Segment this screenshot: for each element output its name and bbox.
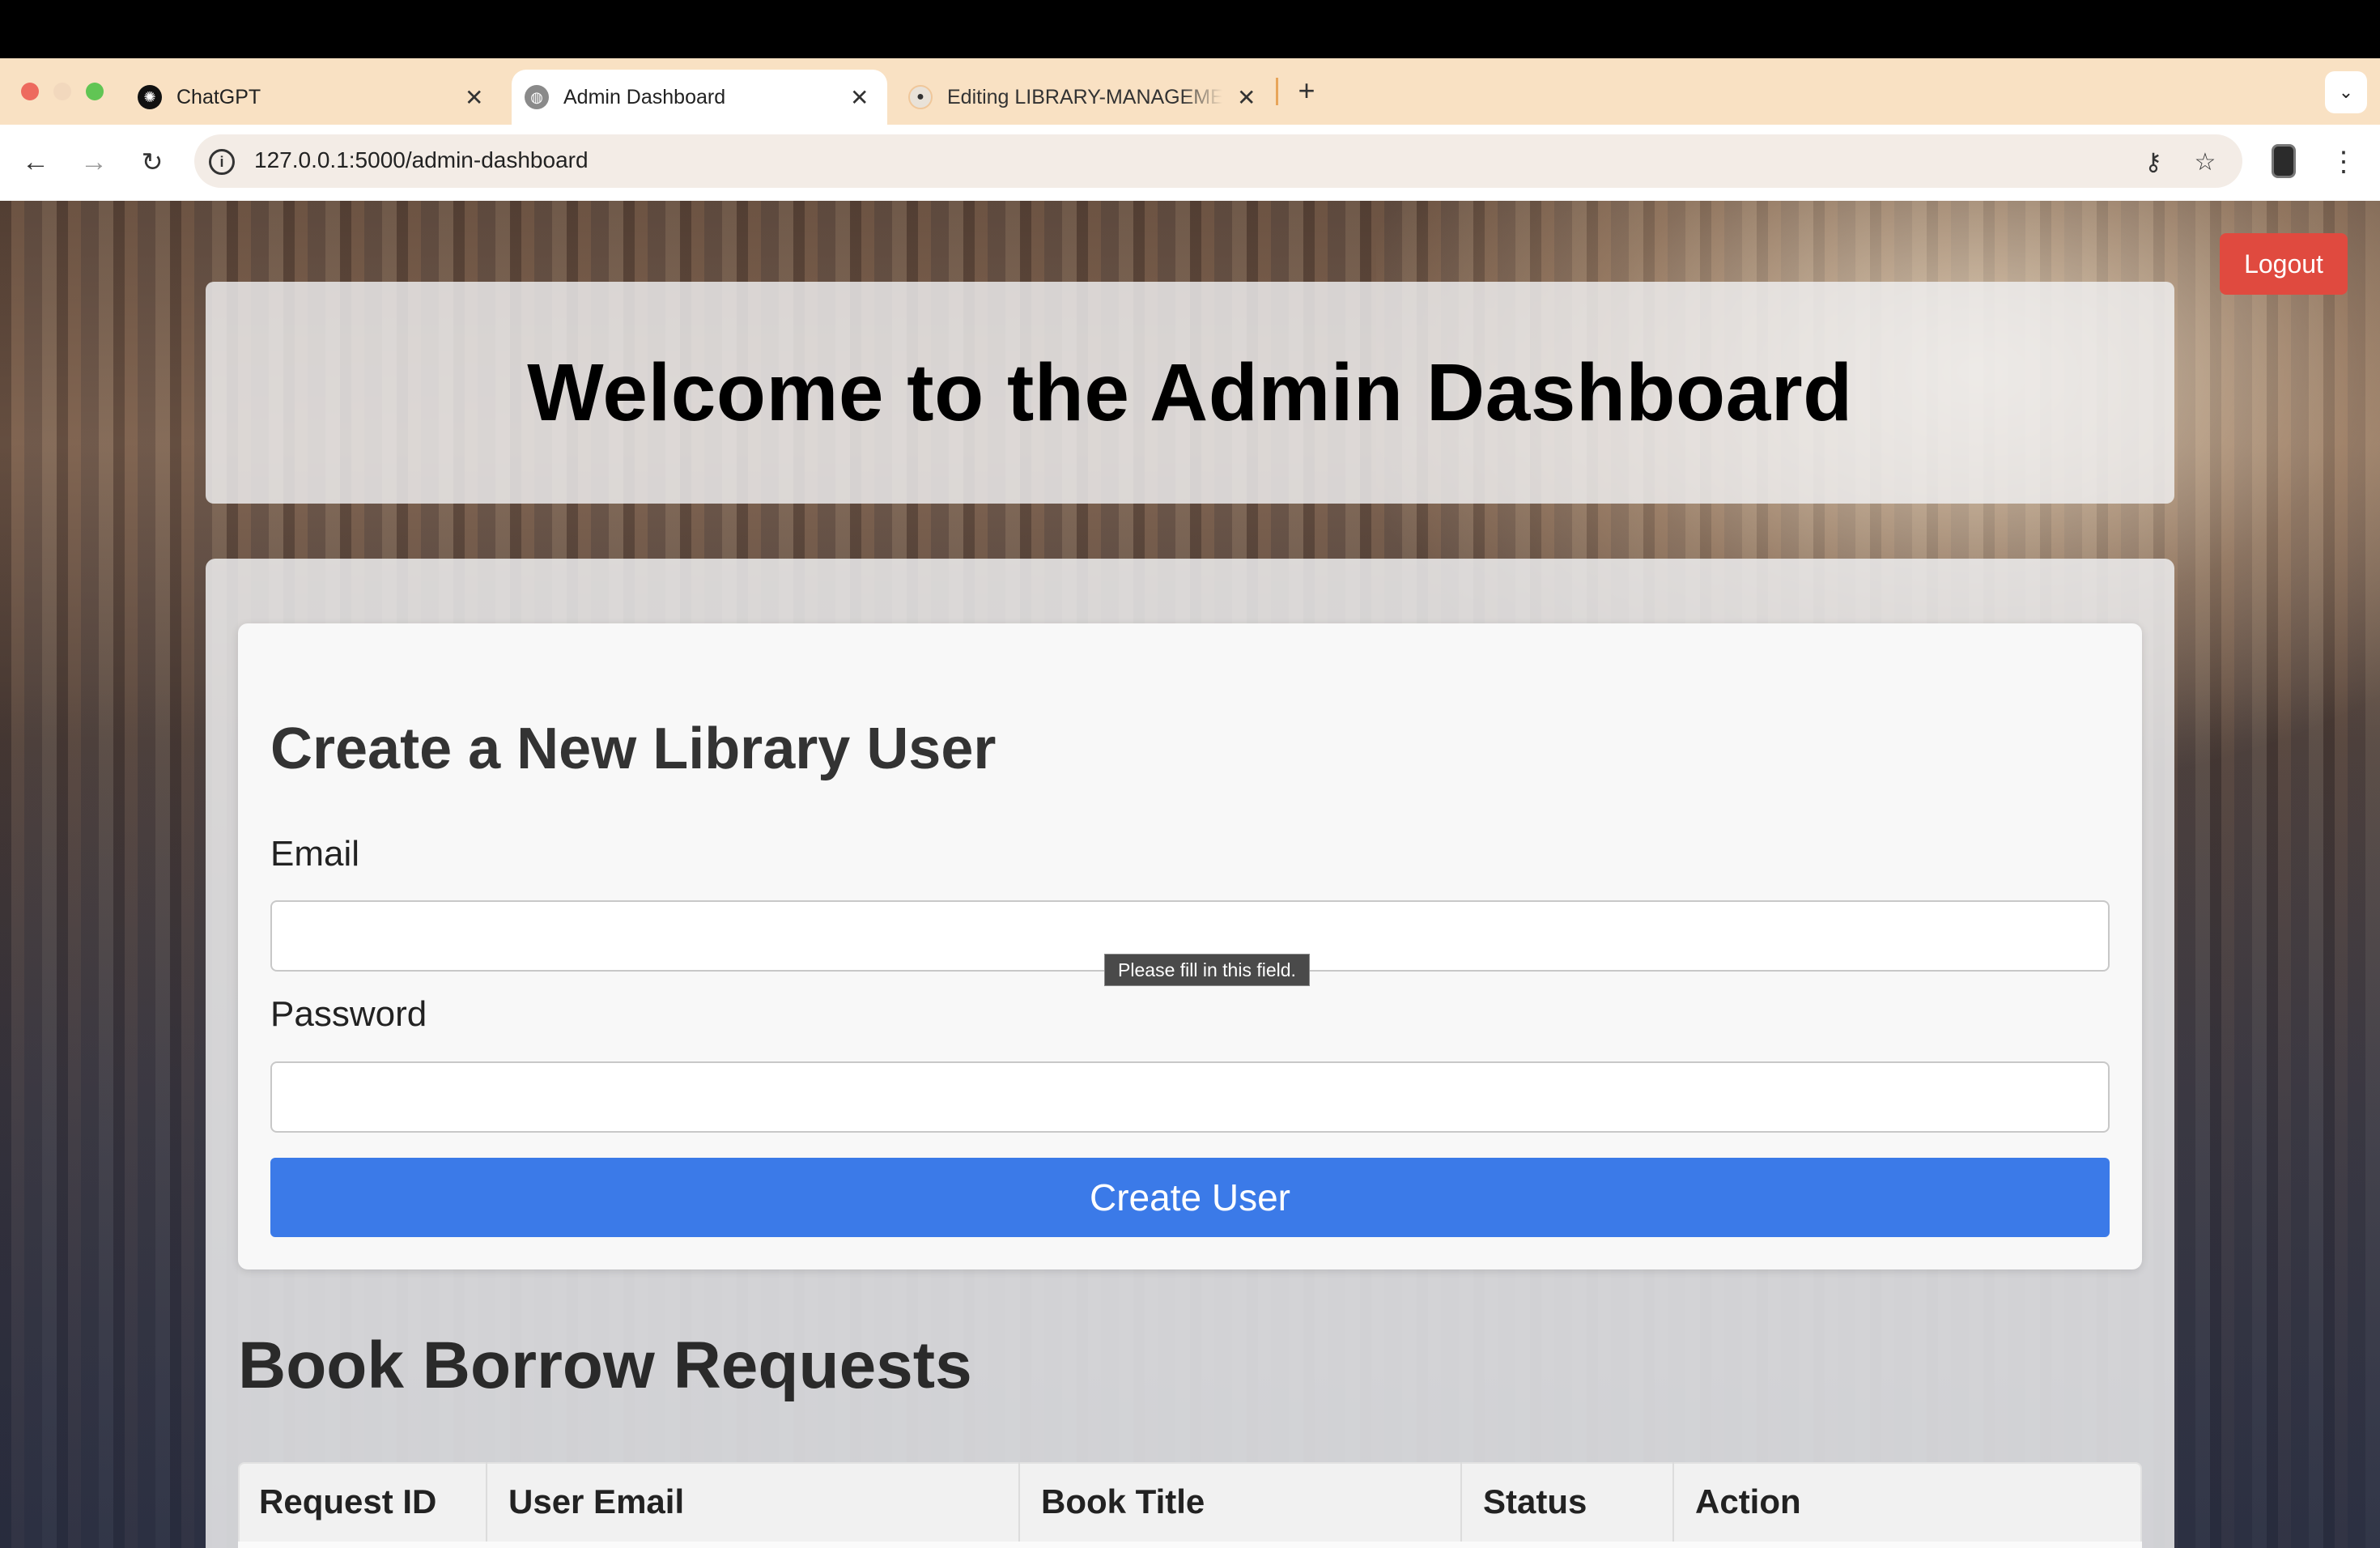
new-tab-plus-icon[interactable]: + [1289, 73, 1324, 108]
extension-icon[interactable] [2272, 144, 2296, 178]
back-arrow-icon[interactable]: ← [16, 142, 55, 181]
github-icon: ● [908, 85, 933, 109]
window-zoom-button[interactable] [86, 83, 104, 100]
password-field[interactable] [270, 1061, 2110, 1133]
column-header-status: Status [1462, 1462, 1674, 1542]
borrow-requests-title: Book Borrow Requests [238, 1329, 972, 1402]
close-icon[interactable]: ✕ [850, 84, 869, 111]
url-text[interactable]: 127.0.0.1:5000/admin-dashboard [254, 147, 589, 173]
email-label: Email [270, 834, 360, 874]
column-header-book-title: Book Title [1020, 1462, 1462, 1542]
bookmark-star-icon[interactable]: ☆ [2189, 146, 2221, 178]
os-menu-bar [0, 0, 2380, 58]
tab-search-chevron-icon[interactable]: ⌄ [2325, 71, 2367, 113]
chatgpt-icon: ✺ [138, 85, 162, 109]
close-icon[interactable]: ✕ [465, 84, 483, 111]
column-header-request-id: Request ID [238, 1462, 487, 1542]
validation-tooltip: Please fill in this field. [1104, 954, 1310, 986]
site-info-icon[interactable]: i [209, 149, 235, 175]
form-title: Create a New Library User [270, 717, 997, 781]
globe-icon: ◍ [525, 85, 549, 109]
tab-editing-library[interactable]: ● Editing LIBRARY-MANAGEMENT ✕ [908, 70, 1281, 125]
column-header-action: Action [1695, 1482, 1801, 1520]
tab-admin-dashboard[interactable]: ◍ Admin Dashboard ✕ [512, 70, 887, 125]
dashboard-header: Welcome to the Admin Dashboard [206, 282, 2174, 504]
forward-arrow-icon[interactable]: → [74, 142, 113, 181]
tab-label: ChatGPT [176, 85, 261, 108]
window-minimize-button[interactable] [53, 83, 71, 100]
tab-label: Admin Dashboard [563, 85, 726, 108]
tab-chatgpt[interactable]: ✺ ChatGPT ✕ [138, 70, 494, 125]
tab-separator [1276, 78, 1278, 105]
password-label: Password [270, 994, 427, 1034]
logout-button[interactable]: Logout [2220, 233, 2348, 295]
window-close-button[interactable] [21, 83, 39, 100]
column-header-user-email: User Email [487, 1462, 1020, 1542]
close-icon[interactable]: ✕ [1237, 84, 1256, 111]
more-menu-icon[interactable]: ⋮ [2330, 142, 2357, 181]
reload-icon[interactable]: ↻ [133, 142, 172, 181]
tab-label: Editing LIBRARY-MANAGEMENT [947, 85, 1222, 108]
create-user-button[interactable]: Create User [270, 1158, 2110, 1237]
password-key-icon[interactable]: ⚷ [2137, 146, 2170, 178]
page-title: Welcome to the Admin Dashboard [527, 347, 1853, 438]
table-row [238, 1542, 2142, 1548]
